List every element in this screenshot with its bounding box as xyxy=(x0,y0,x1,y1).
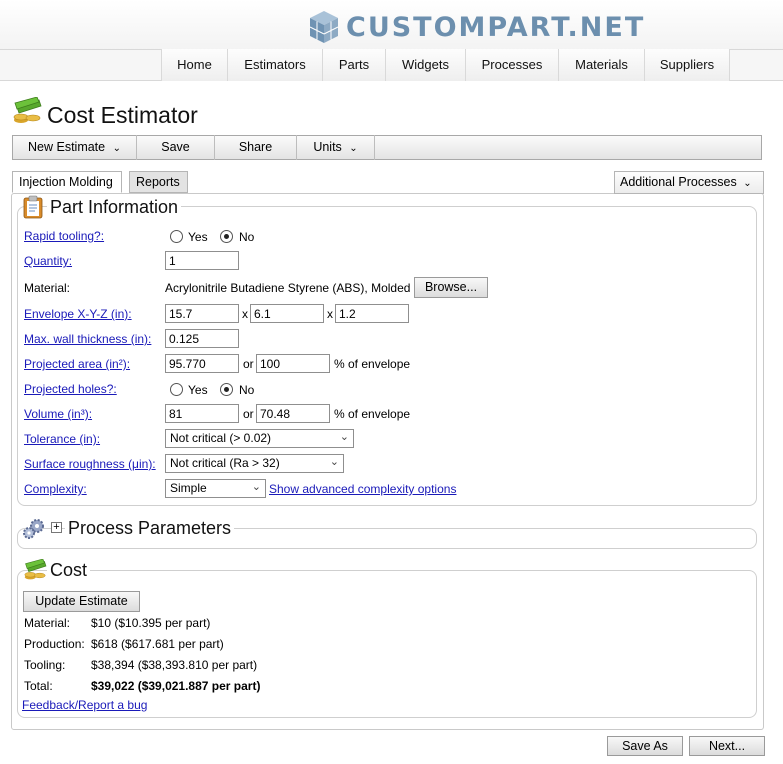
share-button[interactable]: Share xyxy=(215,135,297,160)
envelope-sep-1: x xyxy=(242,307,248,321)
money-icon xyxy=(24,559,47,580)
tolerance-select[interactable]: Not critical (> 0.02) ⌄ xyxy=(165,429,354,448)
envelope-y-input[interactable] xyxy=(250,304,324,323)
chevron-down-icon: ⌄ xyxy=(339,431,349,443)
surface-roughness-link[interactable]: Surface roughness (μin): xyxy=(24,457,156,471)
save-as-button[interactable]: Save As xyxy=(607,736,683,756)
page-title: Cost Estimator xyxy=(47,102,198,128)
tab-injection-molding[interactable]: Injection Molding xyxy=(12,171,122,193)
nav-home[interactable]: Home xyxy=(161,49,227,81)
complexity-select[interactable]: Simple ⌄ xyxy=(165,479,266,498)
projected-area-percent-input[interactable] xyxy=(256,354,330,373)
projected-holes-yes-radio[interactable] xyxy=(170,383,183,396)
projected-holes-no-label: No xyxy=(239,383,255,397)
volume-or: or xyxy=(243,407,254,421)
advanced-complexity-link[interactable]: Show advanced complexity options xyxy=(269,482,456,496)
complexity-link[interactable]: Complexity: xyxy=(24,482,87,496)
rapid-tooling-no-radio[interactable] xyxy=(220,230,233,243)
projected-area-input[interactable] xyxy=(165,354,239,373)
surface-roughness-value: Not critical (Ra > 32) xyxy=(170,456,280,470)
nav-suppliers[interactable]: Suppliers xyxy=(644,49,730,81)
volume-input[interactable] xyxy=(165,404,239,423)
cost-tooling-label: Tooling: xyxy=(24,658,66,672)
projected-holes-no-radio[interactable] xyxy=(220,383,233,396)
nav-estimators[interactable]: Estimators xyxy=(227,49,322,81)
money-icon xyxy=(13,97,42,123)
part-info-title: Part Information xyxy=(47,197,182,218)
quantity-input[interactable] xyxy=(165,251,239,270)
nav-processes[interactable]: Processes xyxy=(465,49,558,81)
cost-tooling-value: $38,394 ($38,393.810 per part) xyxy=(91,658,258,672)
material-value: Acrylonitrile Butadiene Styrene (ABS), M… xyxy=(165,281,411,295)
complexity-value: Simple xyxy=(170,481,207,495)
projected-holes-link[interactable]: Projected holes?: xyxy=(24,382,117,396)
rapid-tooling-link[interactable]: Rapid tooling?: xyxy=(24,229,104,243)
units-label: Units xyxy=(313,140,342,154)
new-estimate-button[interactable]: New Estimate ⌄ xyxy=(13,135,137,160)
projected-area-or: or xyxy=(243,357,254,371)
chevron-down-icon: ⌄ xyxy=(743,178,752,189)
volume-link[interactable]: Volume (in³): xyxy=(24,407,92,421)
projected-holes-yes-label: Yes xyxy=(188,383,208,397)
rapid-tooling-no-label: No xyxy=(239,230,255,244)
expand-process-parameters-toggle[interactable]: + xyxy=(51,522,62,533)
max-wall-thickness-link[interactable]: Max. wall thickness (in): xyxy=(24,332,151,346)
nav-parts[interactable]: Parts xyxy=(322,49,385,81)
max-wall-thickness-input[interactable] xyxy=(165,329,239,348)
tab-reports[interactable]: Reports xyxy=(129,171,188,193)
chevron-down-icon: ⌄ xyxy=(349,143,358,154)
envelope-x-input[interactable] xyxy=(165,304,239,323)
cost-production-label: Production: xyxy=(24,637,85,651)
nav-widgets[interactable]: Widgets xyxy=(385,49,465,81)
tolerance-link[interactable]: Tolerance (in): xyxy=(24,432,100,446)
quantity-link[interactable]: Quantity: xyxy=(24,254,72,268)
cost-total-value: $39,022 ($39,021.887 per part) xyxy=(91,679,261,693)
envelope-sep-2: x xyxy=(327,307,333,321)
gears-icon xyxy=(23,519,44,539)
process-parameters-title: Process Parameters xyxy=(65,518,235,539)
chevron-down-icon: ⌄ xyxy=(329,456,339,468)
cube-logo-icon xyxy=(309,11,339,43)
cost-material-value: $10 ($10.395 per part) xyxy=(91,616,211,630)
feedback-link[interactable]: Feedback/Report a bug xyxy=(22,698,147,712)
projected-area-link[interactable]: Projected area (in²): xyxy=(24,357,130,371)
browse-material-button[interactable]: Browse... xyxy=(414,277,488,298)
rapid-tooling-yes-label: Yes xyxy=(188,230,208,244)
nav-materials[interactable]: Materials xyxy=(558,49,644,81)
tolerance-value: Not critical (> 0.02) xyxy=(170,431,272,445)
projected-area-suffix: % of envelope xyxy=(334,357,411,371)
chevron-down-icon: ⌄ xyxy=(112,143,121,154)
cost-production-value: $618 ($617.681 per part) xyxy=(91,637,224,651)
volume-percent-input[interactable] xyxy=(256,404,330,423)
new-estimate-label: New Estimate xyxy=(28,140,106,154)
surface-roughness-select[interactable]: Not critical (Ra > 32) ⌄ xyxy=(165,454,344,473)
units-button[interactable]: Units ⌄ xyxy=(297,135,375,160)
envelope-z-input[interactable] xyxy=(335,304,409,323)
material-label: Material: xyxy=(24,281,71,295)
next-button[interactable]: Next... xyxy=(689,736,765,756)
additional-processes-dropdown[interactable]: Additional Processes ⌄ xyxy=(614,171,764,194)
logo-text: CUSTOMPART.NET xyxy=(346,11,646,43)
clipboard-icon xyxy=(23,195,43,219)
volume-suffix: % of envelope xyxy=(334,407,411,421)
site-logo[interactable]: CUSTOMPART.NET xyxy=(308,8,668,46)
cost-material-label: Material: xyxy=(24,616,71,630)
cost-total-label: Total: xyxy=(24,679,53,693)
update-estimate-button[interactable]: Update Estimate xyxy=(23,591,140,612)
envelope-link[interactable]: Envelope X-Y-Z (in): xyxy=(24,307,132,321)
cost-title: Cost xyxy=(47,560,91,581)
additional-processes-label: Additional Processes xyxy=(620,175,737,189)
chevron-down-icon: ⌄ xyxy=(251,481,261,493)
rapid-tooling-yes-radio[interactable] xyxy=(170,230,183,243)
save-button[interactable]: Save xyxy=(137,135,215,160)
